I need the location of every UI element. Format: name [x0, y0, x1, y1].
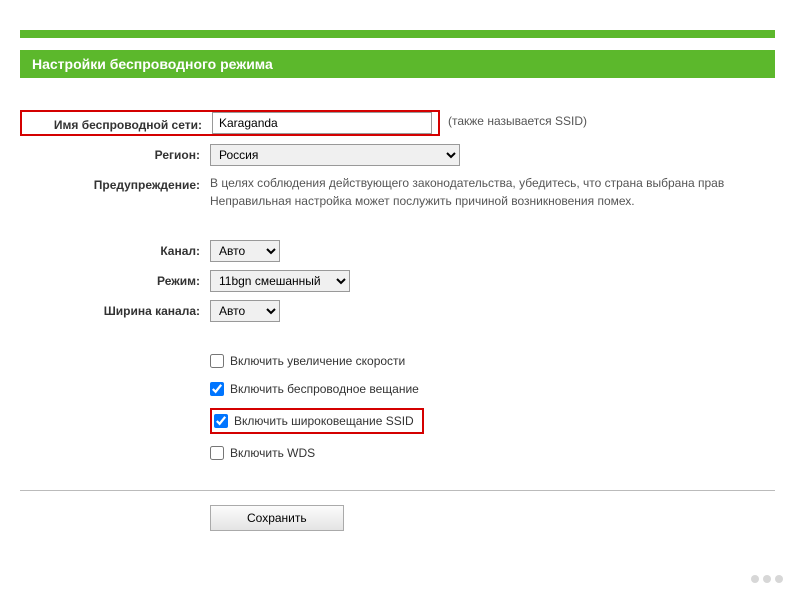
checkbox-wds[interactable]: [210, 446, 224, 460]
checkbox-ssid-broadcast[interactable]: [214, 414, 228, 428]
row-channel-width: Ширина канала: Авто: [20, 300, 775, 322]
mode-select[interactable]: 11bgn смешанный: [210, 270, 350, 292]
label-ssid: Имя беспроводной сети:: [26, 114, 212, 132]
divider: [20, 490, 775, 491]
warning-line2: Неправильная настройка может послужить п…: [210, 192, 775, 210]
page-title: Настройки беспроводного режима: [32, 56, 273, 72]
channel-select[interactable]: Авто: [210, 240, 280, 262]
row-warning: Предупреждение: В целях соблюдения дейст…: [20, 174, 775, 210]
label-region: Регион:: [20, 144, 210, 162]
label-channel-width: Ширина канала:: [20, 300, 210, 318]
checkbox-speed-boost-row[interactable]: Включить увеличение скорости: [210, 352, 405, 370]
label-channel: Канал:: [20, 240, 210, 258]
row-channel: Канал: Авто: [20, 240, 775, 262]
page-header: Настройки беспроводного режима: [20, 50, 775, 78]
label-warning: Предупреждение:: [20, 174, 210, 192]
row-ssid: Имя беспроводной сети: (также называется…: [20, 110, 775, 136]
region-select[interactable]: Россия: [210, 144, 460, 166]
save-button[interactable]: Сохранить: [210, 505, 344, 531]
dots-icon: [751, 575, 783, 583]
checkbox-wds-row[interactable]: Включить WDS: [210, 444, 315, 462]
warning-line1: В целях соблюдения действующего законода…: [210, 174, 775, 192]
checkbox-ssid-broadcast-row[interactable]: Включить широковещание SSID: [214, 412, 420, 430]
checkbox-speed-boost-label: Включить увеличение скорости: [230, 354, 405, 368]
row-mode: Режим: 11bgn смешанный: [20, 270, 775, 292]
checkbox-group: Включить увеличение скорости Включить бе…: [20, 352, 775, 472]
ssid-hint: (также называется SSID): [448, 110, 587, 128]
checkbox-ssid-broadcast-label: Включить широковещание SSID: [234, 414, 414, 428]
label-mode: Режим:: [20, 270, 210, 288]
channel-width-select[interactable]: Авто: [210, 300, 280, 322]
checkbox-speed-boost[interactable]: [210, 354, 224, 368]
checkbox-wds-label: Включить WDS: [230, 446, 315, 460]
row-save: Сохранить: [20, 505, 775, 531]
checkbox-enable-wireless[interactable]: [210, 382, 224, 396]
checkbox-enable-wireless-label: Включить беспроводное вещание: [230, 382, 419, 396]
row-region: Регион: Россия: [20, 144, 775, 166]
ssid-input[interactable]: [212, 112, 432, 134]
checkbox-enable-wireless-row[interactable]: Включить беспроводное вещание: [210, 380, 419, 398]
